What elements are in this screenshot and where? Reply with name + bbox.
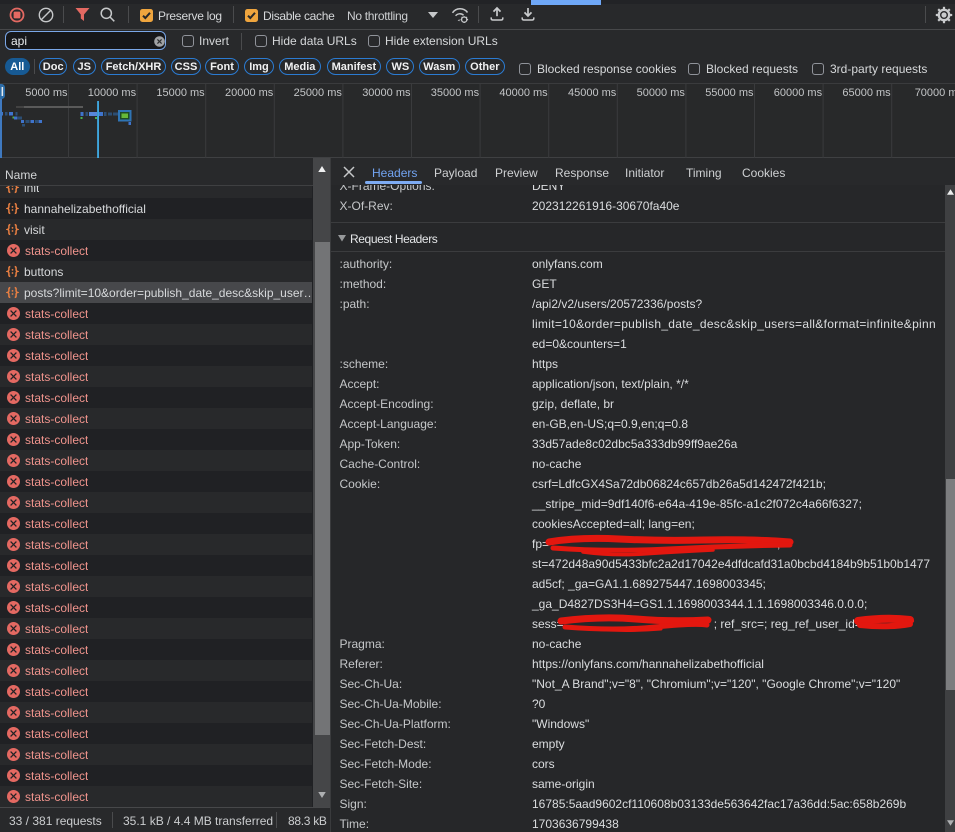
- svg-text:45000 ms: 45000 ms: [568, 87, 617, 99]
- svg-text:25000 ms: 25000 ms: [294, 87, 343, 99]
- svg-text:20000 ms: 20000 ms: [225, 87, 274, 99]
- svg-text:30000 ms: 30000 ms: [362, 87, 411, 99]
- svg-text:55000 ms: 55000 ms: [705, 87, 754, 99]
- svg-text:65000 ms: 65000 ms: [842, 87, 891, 99]
- svg-text:10000 ms: 10000 ms: [88, 87, 137, 99]
- svg-text:70000 m: 70000 m: [915, 87, 955, 99]
- svg-text:60000 ms: 60000 ms: [774, 87, 823, 99]
- svg-text:5000 ms: 5000 ms: [25, 87, 68, 99]
- svg-text:50000 ms: 50000 ms: [637, 87, 686, 99]
- svg-text:15000 ms: 15000 ms: [156, 87, 205, 99]
- svg-text:35000 ms: 35000 ms: [431, 87, 480, 99]
- svg-text:40000 ms: 40000 ms: [499, 87, 548, 99]
